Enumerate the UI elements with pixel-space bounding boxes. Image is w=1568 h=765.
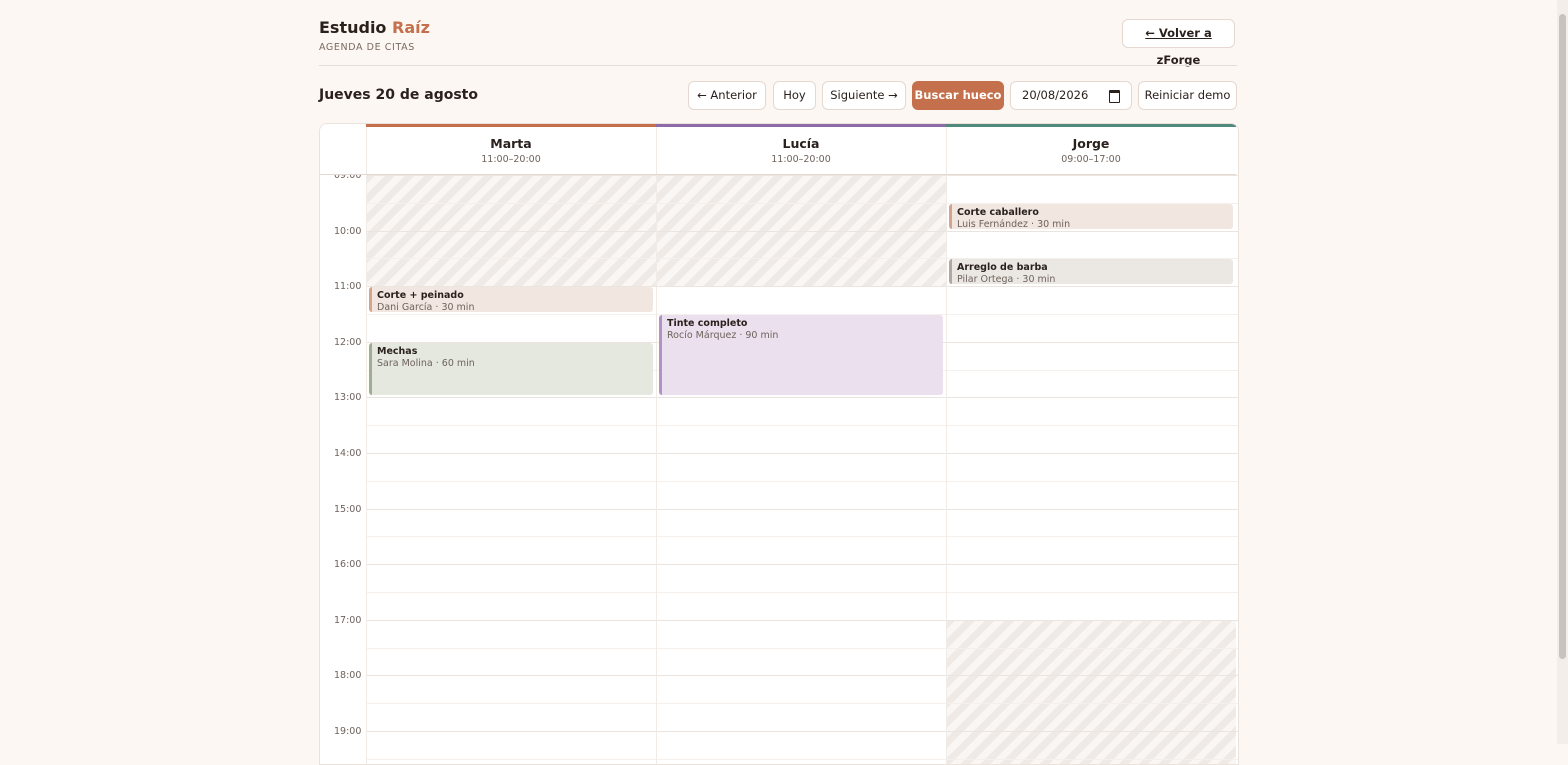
half-hour-line (366, 758, 1238, 760)
header-divider (319, 65, 1237, 66)
brand-subtitle: AGENDA DE CITAS (319, 42, 415, 53)
time-label: 15:00 (334, 503, 362, 515)
time-label: 13:00 (334, 392, 362, 404)
half-hour-line (366, 425, 1238, 427)
staff-hours: 11:00–20:00 (481, 154, 541, 165)
time-label: 12:00 (334, 336, 362, 348)
staff-color-bar (946, 124, 1236, 127)
appointment-client: Rocío Márquez · 90 min (667, 330, 779, 341)
half-hour-line (366, 703, 1238, 705)
brand-name: Estudio (319, 18, 387, 37)
staff-column-header: Marta 11:00–20:00 (366, 124, 656, 175)
staff-hours: 11:00–20:00 (771, 154, 831, 165)
appointment-title: Tinte completo (667, 318, 748, 329)
appointment-title: Arreglo de barba (957, 262, 1048, 274)
column-separator (366, 124, 367, 764)
staff-color-bar (366, 124, 656, 127)
appointment-card[interactable]: Mechas Sara Molina · 60 min (369, 342, 653, 396)
time-label: 16:00 (334, 559, 362, 571)
appointment-card[interactable]: Arreglo de barba Pilar Ortega · 30 min (949, 259, 1233, 285)
date-picker-input[interactable]: 20/08/2026 (1010, 81, 1132, 110)
page-scrollbar[interactable] (1557, 0, 1568, 744)
previous-day-button[interactable]: ← Anterior (688, 81, 766, 110)
brand-title: Estudio Raíz (319, 18, 430, 38)
time-gutter-header (320, 124, 366, 175)
appointment-title: Corte caballero (957, 206, 1039, 218)
hour-line (366, 675, 1238, 677)
find-slot-button[interactable]: Buscar hueco (912, 81, 1004, 110)
time-label: 19:00 (334, 726, 362, 737)
hour-line (366, 731, 1238, 732)
hour-line (366, 564, 1238, 566)
hour-line (366, 397, 1238, 399)
brand: Estudio Raíz AGENDA DE CITAS (319, 18, 430, 53)
next-day-button[interactable]: Siguiente → (822, 81, 906, 110)
half-hour-line (366, 536, 1238, 538)
reset-demo-button[interactable]: Reiniciar demo (1138, 81, 1237, 110)
hour-line (366, 175, 1238, 176)
staff-column-header: Jorge 09:00–17:00 (946, 124, 1236, 175)
appointment-client: Dani García · 30 min (377, 302, 475, 312)
half-hour-line (366, 480, 1238, 482)
back-to-zforge-link[interactable]: ← Volver a zForge (1122, 19, 1235, 67)
calendar-icon[interactable] (1109, 90, 1120, 103)
hour-line (366, 508, 1238, 510)
staff-name: Marta (490, 136, 532, 151)
half-hour-line (366, 647, 1238, 649)
brand-accent: Raíz (392, 18, 430, 37)
staff-name: Lucía (782, 136, 820, 151)
staff-color-bar (656, 124, 946, 127)
time-label: 14:00 (334, 448, 362, 459)
appointment-client: Sara Molina · 60 min (377, 357, 475, 369)
appointment-title: Corte + peinado (377, 290, 464, 302)
staff-column-header: Lucía 11:00–20:00 (656, 124, 946, 175)
column-separator (946, 124, 947, 764)
appointment-card[interactable]: Tinte completo Rocío Márquez · 90 min (659, 315, 943, 396)
time-label: 17:00 (334, 614, 362, 626)
hour-line (366, 230, 1238, 232)
time-label: 10:00 (334, 225, 362, 237)
date-value: 20/08/2026 (1022, 88, 1089, 102)
today-button[interactable]: Hoy (773, 81, 816, 110)
staff-name: Jorge (1072, 136, 1110, 151)
time-label: 11:00 (334, 281, 362, 293)
staff-hours: 09:00–17:00 (1061, 154, 1121, 165)
appointment-client: Luis Fernández · 30 min (957, 218, 1071, 229)
hour-line (366, 619, 1238, 621)
scrollbar-thumb[interactable] (1559, 14, 1566, 659)
day-calendar-grid: 09:00 10:00 11:00 12:00 13:00 14:00 15:00 16:00… (319, 123, 1239, 765)
appointment-card[interactable]: Corte caballero Luis Fernández · 30 min (949, 203, 1233, 229)
closed-hours (946, 619, 1236, 764)
time-label: 18:00 (334, 670, 362, 682)
half-hour-line (366, 592, 1238, 593)
appointment-card[interactable]: Corte + peinado Dani García · 30 min (369, 287, 653, 312)
column-separator (656, 124, 657, 764)
current-date-title: Jueves 20 de agosto (319, 87, 478, 103)
appointment-title: Mechas (377, 345, 418, 357)
appointment-client: Pilar Ortega · 30 min (957, 274, 1056, 285)
hour-line (366, 453, 1238, 454)
